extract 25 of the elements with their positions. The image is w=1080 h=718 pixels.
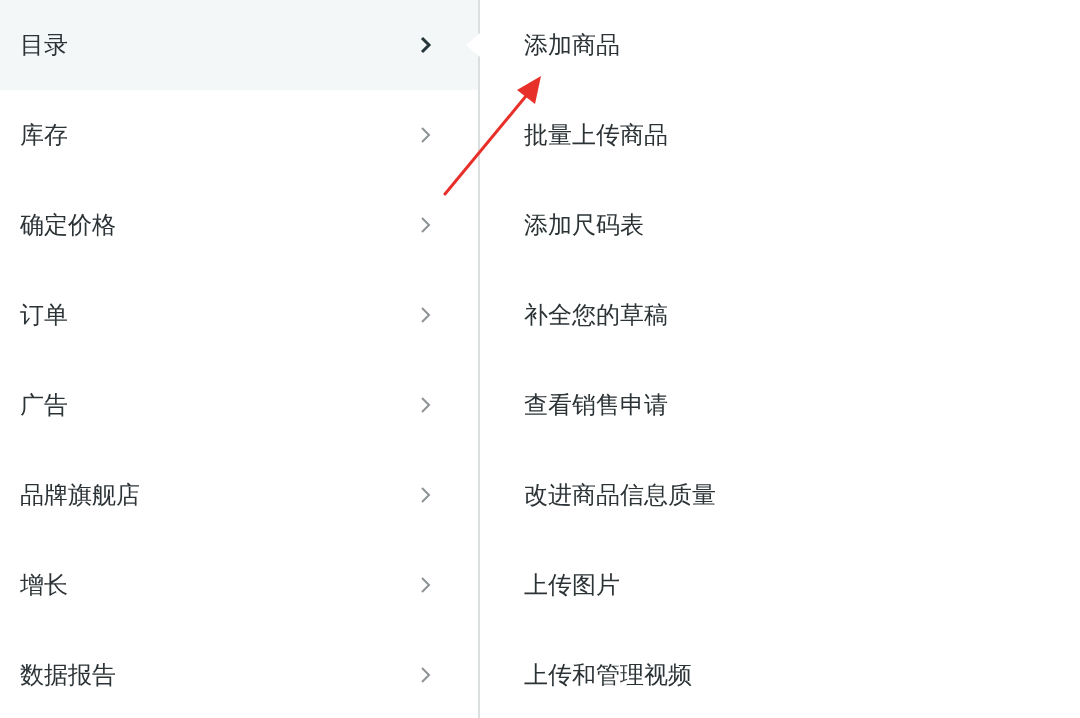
chevron-right-icon: [420, 216, 432, 234]
chevron-right-icon: [420, 666, 432, 684]
chevron-right-icon: [420, 396, 432, 414]
menu-item[interactable]: 品牌旗舰店: [0, 450, 478, 540]
submenu-link[interactable]: 补全您的草稿: [524, 299, 668, 331]
menu-item[interactable]: 广告: [0, 360, 478, 450]
menu-item[interactable]: 目录: [0, 0, 478, 90]
chevron-right-icon: [420, 126, 432, 144]
submenu-link[interactable]: 改进商品信息质量: [524, 479, 716, 511]
menu-item[interactable]: 库存: [0, 90, 478, 180]
chevron-right-icon: [420, 486, 432, 504]
pointer-notch: [466, 33, 480, 57]
menu-item[interactable]: 确定价格: [0, 180, 478, 270]
chevron-right-icon: [420, 306, 432, 324]
submenu-link[interactable]: 上传和管理视频: [524, 659, 692, 691]
menu-item[interactable]: 数据报告: [0, 630, 478, 718]
submenu-link[interactable]: 添加商品: [524, 29, 620, 61]
submenu-link[interactable]: 上传图片: [524, 569, 620, 601]
chevron-right-icon: [420, 36, 432, 54]
menu-item[interactable]: 订单: [0, 270, 478, 360]
submenu-link[interactable]: 查看销售申请: [524, 389, 668, 421]
menu-item[interactable]: 增长: [0, 540, 478, 630]
chevron-right-icon: [420, 576, 432, 594]
submenu-link[interactable]: 添加尺码表: [524, 209, 644, 241]
submenu-link[interactable]: 批量上传商品: [524, 119, 668, 151]
